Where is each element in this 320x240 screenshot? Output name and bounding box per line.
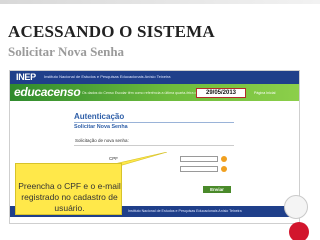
inep-institution-name: Instituto Nacional de Estudos e Pesquisa… (44, 74, 171, 79)
auth-title: Autenticação (74, 112, 125, 121)
cpf-help-icon[interactable] (221, 156, 227, 162)
decorative-circle (284, 195, 308, 219)
cpf-input[interactable] (180, 156, 218, 162)
footer-text: Instituto Nacional de Estudos e Pesquisa… (128, 209, 242, 213)
slide-subtitle: Solicitar Nova Senha (8, 44, 125, 59)
email-input[interactable] (180, 166, 218, 172)
callout-text: Preencha o CPF e o e-mail registrado no … (18, 181, 121, 213)
home-link[interactable]: Página Inicial (254, 91, 275, 95)
decorative-red-circle (289, 222, 309, 240)
reference-date: 29/05/2013 (196, 88, 246, 98)
auth-subtitle: Solicitar Nova Senha (74, 124, 128, 130)
auth-divider (74, 122, 234, 123)
inep-logo[interactable]: INEP (16, 72, 36, 82)
form-header: Solicitação de nova senha: (74, 137, 234, 146)
inep-header-bar: INEP Instituto Nacional de Estudos e Pes… (10, 71, 299, 84)
email-help-icon[interactable] (221, 166, 227, 172)
send-button[interactable]: Enviar (203, 186, 231, 193)
top-stripe (0, 0, 320, 4)
slide-title: ACESSANDO O SISTEMA (8, 22, 215, 41)
instruction-callout: Preencha o CPF e o e-mail registrado no … (15, 163, 122, 215)
educacenso-banner: educacenso Os dados do Censo Escolar têm… (10, 84, 299, 101)
educacenso-logo[interactable]: educacenso (14, 85, 81, 99)
